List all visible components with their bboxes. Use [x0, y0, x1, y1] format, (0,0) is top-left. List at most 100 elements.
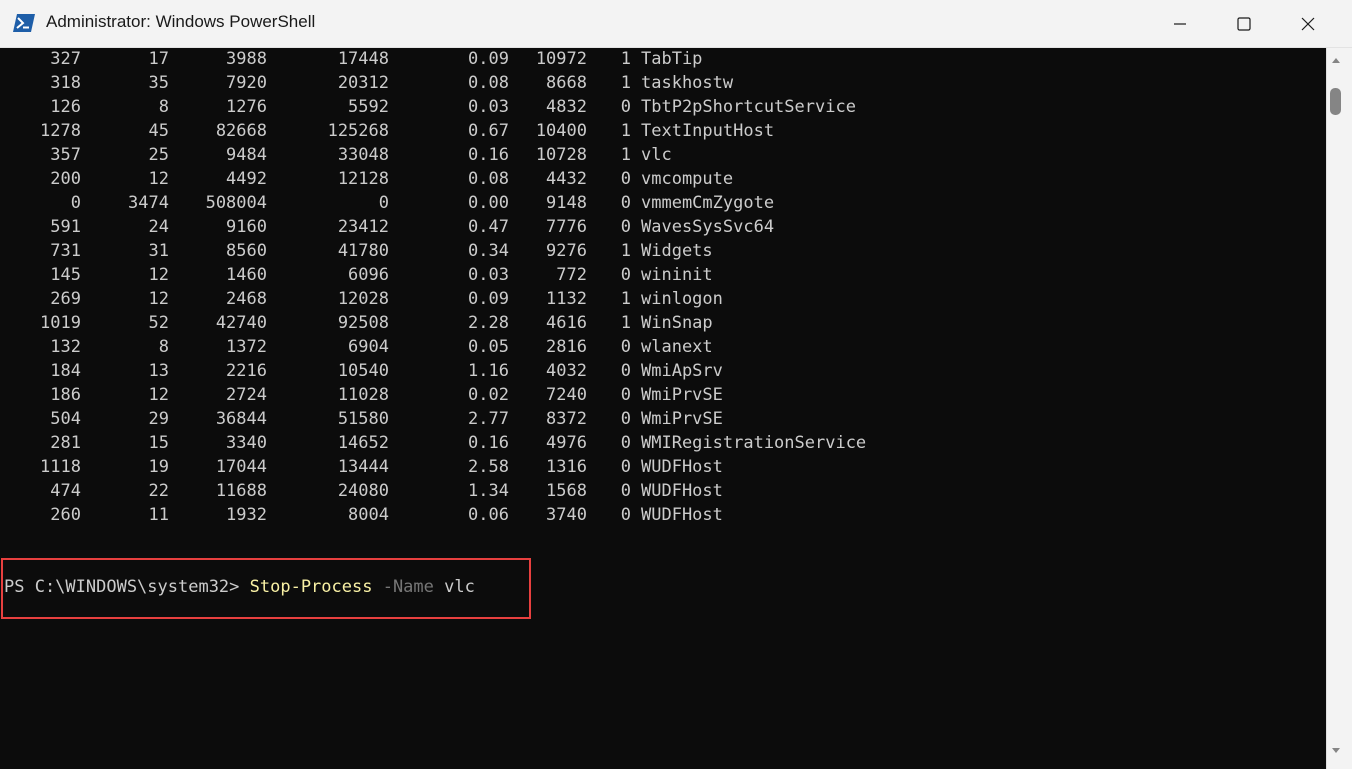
cell-cpu: 0.09: [429, 287, 509, 311]
cell-handles: 269: [1, 287, 81, 311]
cell-npm: 29: [89, 407, 169, 431]
cell-npm: 12: [89, 263, 169, 287]
cell-ws: 17448: [269, 47, 389, 71]
cell-ws: 6904: [269, 335, 389, 359]
process-row: 5042936844515802.7783720WmiPrvSE: [0, 407, 1320, 431]
cell-id: 9276: [507, 239, 587, 263]
cell-process-name: WmiPrvSE: [641, 407, 723, 431]
process-row: 281153340146520.1649760WMIRegistrationSe…: [0, 431, 1320, 455]
process-row: 200124492121280.0844320vmcompute: [0, 167, 1320, 191]
cell-process-name: WMIRegistrationService: [641, 431, 866, 455]
cell-process-name: WmiPrvSE: [641, 383, 723, 407]
cell-si: 1: [611, 119, 631, 143]
cell-si: 0: [611, 455, 631, 479]
cell-si: 0: [611, 503, 631, 527]
cell-ws: 12028: [269, 287, 389, 311]
cell-cpu: 0.08: [429, 71, 509, 95]
process-row: 26011193280040.0637400WUDFHost: [0, 503, 1320, 527]
process-row: 10195242740925082.2846161WinSnap: [0, 311, 1320, 335]
cell-npm: 13: [89, 359, 169, 383]
cell-cpu: 2.58: [429, 455, 509, 479]
cell-id: 10400: [507, 119, 587, 143]
cell-handles: 474: [1, 479, 81, 503]
cell-handles: 186: [1, 383, 81, 407]
cell-npm: 12: [89, 383, 169, 407]
cell-id: 4432: [507, 167, 587, 191]
cell-pm: 3340: [167, 431, 267, 455]
cell-cpu: 0.00: [429, 191, 509, 215]
cell-process-name: taskhostw: [641, 71, 733, 95]
cell-process-name: WUDFHost: [641, 455, 723, 479]
cell-si: 0: [611, 407, 631, 431]
cell-pm: 8560: [167, 239, 267, 263]
cell-pm: 1276: [167, 95, 267, 119]
cell-id: 10972: [507, 47, 587, 71]
process-row: 184132216105401.1640320WmiApSrv: [0, 359, 1320, 383]
cell-si: 0: [611, 263, 631, 287]
process-row: 357259484330480.16107281vlc: [0, 143, 1320, 167]
cell-si: 0: [611, 431, 631, 455]
cell-ws: 92508: [269, 311, 389, 335]
cell-process-name: TextInputHost: [641, 119, 774, 143]
cell-pm: 2724: [167, 383, 267, 407]
cell-cpu: 1.34: [429, 479, 509, 503]
cell-npm: 8: [89, 95, 169, 119]
cell-ws: 11028: [269, 383, 389, 407]
cell-pm: 3988: [167, 47, 267, 71]
cell-npm: 22: [89, 479, 169, 503]
cell-pm: 7920: [167, 71, 267, 95]
cell-si: 0: [611, 479, 631, 503]
cell-si: 1: [611, 287, 631, 311]
cell-npm: 52: [89, 311, 169, 335]
cell-ws: 33048: [269, 143, 389, 167]
cell-si: 1: [611, 47, 631, 71]
scroll-down-icon[interactable]: [1331, 747, 1341, 755]
cell-ws: 12128: [269, 167, 389, 191]
cell-ws: 8004: [269, 503, 389, 527]
console-output[interactable]: 327173988174480.09109721TabTip3183579202…: [0, 48, 1326, 769]
cell-si: 0: [611, 167, 631, 191]
cell-handles: 1118: [1, 455, 81, 479]
powershell-window: Administrator: Windows PowerShell 327173…: [0, 0, 1352, 769]
cell-cpu: 2.77: [429, 407, 509, 431]
minimize-icon: [1173, 17, 1187, 31]
cell-id: 4616: [507, 311, 587, 335]
cell-handles: 126: [1, 95, 81, 119]
cell-ws: 24080: [269, 479, 389, 503]
cell-si: 0: [611, 359, 631, 383]
cell-npm: 24: [89, 215, 169, 239]
process-row: 318357920203120.0886681taskhostw: [0, 71, 1320, 95]
cell-cpu: 0.09: [429, 47, 509, 71]
scroll-up-icon[interactable]: [1331, 56, 1341, 64]
cell-npm: 25: [89, 143, 169, 167]
process-row: 4742211688240801.3415680WUDFHost: [0, 479, 1320, 503]
close-button[interactable]: [1276, 0, 1340, 47]
cell-cpu: 0.16: [429, 431, 509, 455]
minimize-button[interactable]: [1148, 0, 1212, 47]
cell-id: 1132: [507, 287, 587, 311]
powershell-icon: [12, 11, 36, 35]
cell-cpu: 0.03: [429, 95, 509, 119]
cell-process-name: WmiApSrv: [641, 359, 723, 383]
maximize-button[interactable]: [1212, 0, 1276, 47]
vertical-scrollbar[interactable]: [1326, 48, 1352, 769]
process-row: 186122724110280.0272400WmiPrvSE: [0, 383, 1320, 407]
cell-handles: 145: [1, 263, 81, 287]
cell-cpu: 0.34: [429, 239, 509, 263]
cell-pm: 1932: [167, 503, 267, 527]
process-row: 591249160234120.4777760WavesSysSvc64: [0, 215, 1320, 239]
cell-id: 9148: [507, 191, 587, 215]
cell-handles: 184: [1, 359, 81, 383]
process-row: 269122468120280.0911321winlogon: [0, 287, 1320, 311]
title-bar[interactable]: Administrator: Windows PowerShell: [0, 0, 1352, 48]
process-row: 127845826681252680.67104001TextInputHost: [0, 119, 1320, 143]
cell-process-name: vmcompute: [641, 167, 733, 191]
cell-si: 1: [611, 311, 631, 335]
cell-pm: 11688: [167, 479, 267, 503]
scrollbar-thumb[interactable]: [1330, 88, 1341, 115]
process-row: 14512146060960.037720wininit: [0, 263, 1320, 287]
cell-npm: 15: [89, 431, 169, 455]
cell-npm: 17: [89, 47, 169, 71]
command-highlight-box: [1, 558, 531, 619]
cell-npm: 45: [89, 119, 169, 143]
